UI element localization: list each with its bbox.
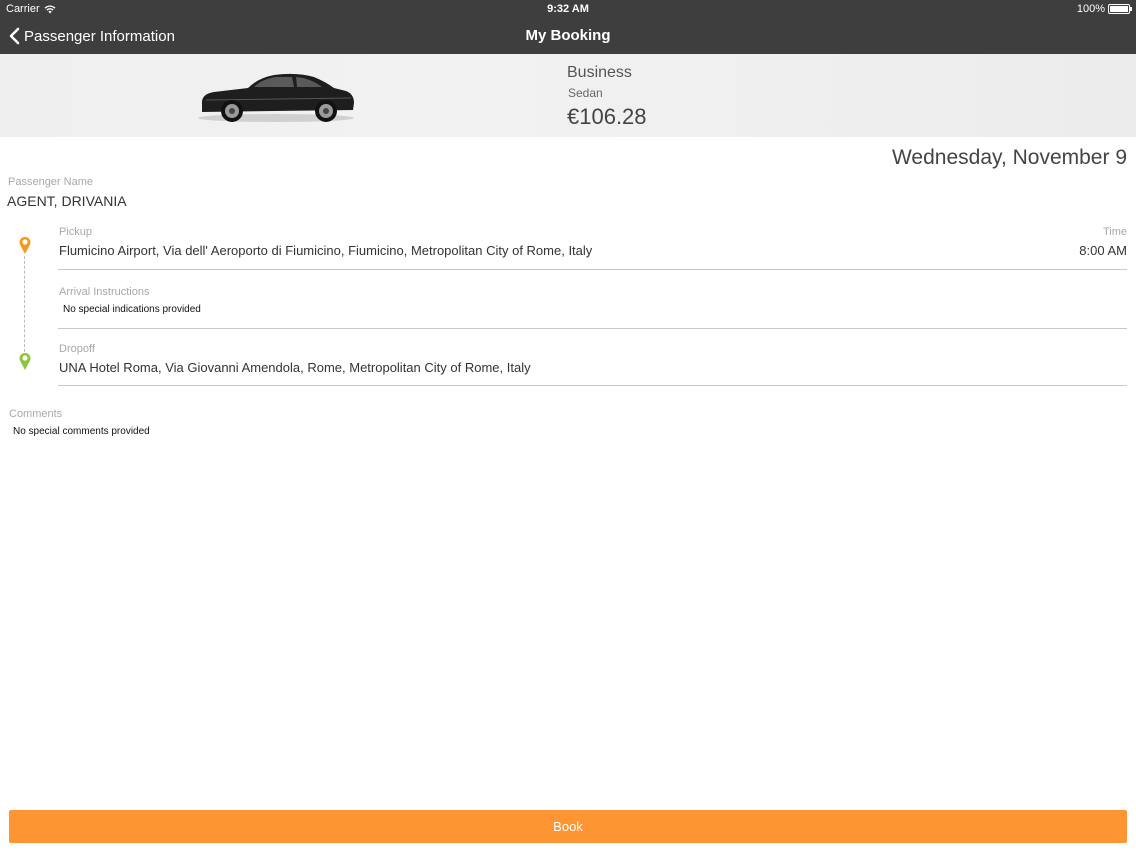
navigation-bar: Passenger Information My Booking: [0, 18, 1136, 54]
battery-percent: 100%: [1076, 3, 1105, 15]
comments-text: No special comments provided: [13, 426, 150, 437]
pickup-label: Pickup: [59, 226, 93, 238]
vehicle-summary: Business Sedan €106.28: [0, 54, 1136, 137]
pickup-time-label: Time: [1102, 226, 1127, 238]
status-bar: Carrier 9:32 AM 100%: [0, 0, 1136, 18]
comments-label: Comments: [9, 408, 63, 420]
divider: [58, 385, 1127, 386]
sedan-car-image: [198, 73, 354, 122]
divider: [58, 328, 1127, 329]
pickup-time: 8:00 AM: [1079, 243, 1127, 258]
vehicle-price: €106.28: [567, 104, 647, 129]
back-button[interactable]: Passenger Information: [8, 18, 175, 54]
status-time: 9:32 AM: [547, 3, 589, 15]
arrival-instructions-text: No special indications provided: [63, 304, 201, 315]
divider: [58, 269, 1127, 270]
vehicle-class: Business: [567, 64, 632, 81]
book-button[interactable]: Book: [9, 810, 1127, 843]
chevron-left-icon: [9, 27, 20, 45]
battery-indicator: 100%: [1076, 3, 1132, 15]
pickup-address: Flumicino Airport, Via dell' Aeroporto d…: [59, 243, 593, 258]
passenger-name-label: Passenger Name: [8, 176, 93, 188]
dropoff-label: Dropoff: [59, 343, 95, 355]
arrival-instructions-label: Arrival Instructions: [59, 286, 150, 298]
booking-date: Wednesday, November 9: [891, 146, 1127, 169]
battery-icon: [1108, 4, 1132, 14]
vehicle-type: Sedan: [568, 86, 603, 100]
passenger-name: AGENT, DRIVANIA: [7, 193, 127, 209]
pickup-pin-icon: [19, 236, 31, 254]
dropoff-pin-icon: [19, 352, 31, 370]
route-connector: [24, 256, 25, 352]
dropoff-address: UNA Hotel Roma, Via Giovanni Amendola, R…: [59, 360, 531, 375]
back-button-label: Passenger Information: [24, 27, 175, 45]
